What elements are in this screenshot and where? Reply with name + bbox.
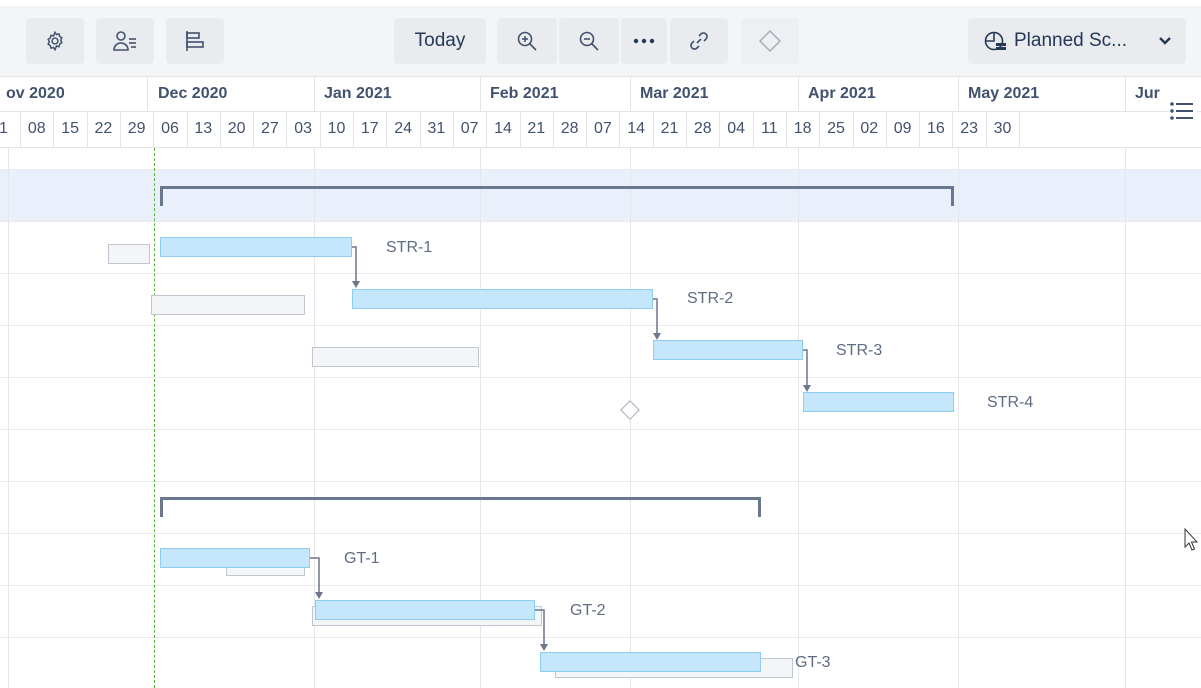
toolbar: Today Planned Sc...: [0, 0, 1201, 76]
week-label: 15: [61, 120, 79, 137]
settings-button[interactable]: [26, 18, 84, 64]
week-label: 17: [360, 120, 379, 137]
dependency-arrow: [653, 333, 661, 340]
dependency-link: [535, 609, 545, 644]
month-divider: [147, 77, 148, 111]
list-view-button[interactable]: [1169, 98, 1197, 126]
month-divider: [958, 77, 959, 111]
week-label: 25: [827, 120, 845, 137]
gear-icon: [47, 30, 63, 52]
week-label: 09: [893, 120, 912, 137]
dependency-arrow: [352, 281, 360, 288]
link-button[interactable]: [670, 18, 728, 64]
chevron-down-icon: [1159, 37, 1171, 45]
week-label: 18: [793, 120, 812, 137]
week-label: 20: [227, 120, 246, 137]
month-divider: [1125, 77, 1126, 111]
month-divider: [630, 77, 631, 111]
zoom-in-icon: [517, 31, 537, 51]
month-divider: [480, 77, 481, 111]
week-label: 30: [993, 120, 1012, 137]
week-header: 1 08 15 22 29 06 13 20 27 03 10 17 24 31 07 14 21 28 07 14 2…: [0, 112, 1201, 148]
month-label: Jan 2021: [324, 85, 392, 102]
dependency-link: [310, 557, 320, 592]
week-label: 04: [727, 120, 745, 137]
week-label: 02: [860, 120, 879, 137]
mouse-cursor-icon: [1184, 528, 1198, 551]
align-icon: [186, 31, 204, 51]
week-label: 06: [161, 120, 179, 137]
week-label: 14: [494, 120, 512, 137]
dependency-link: [352, 246, 357, 283]
list-icon: [1170, 102, 1193, 120]
month-divider: [798, 77, 799, 111]
dependency-arrow: [803, 385, 811, 392]
week-label: 08: [27, 120, 46, 137]
week-label: 16: [926, 120, 945, 137]
dependency-link: [803, 349, 808, 386]
week-label: 21: [660, 120, 679, 137]
week-label: 13: [194, 120, 213, 137]
dependency-link: [653, 298, 658, 334]
month-divider: [314, 77, 315, 111]
month-label: Jur: [1135, 85, 1160, 102]
week-label: 11: [761, 120, 778, 137]
month-label: Dec 2020: [158, 85, 228, 102]
people-filter-button[interactable]: [96, 18, 154, 64]
dependency-arrow: [540, 644, 548, 651]
week-label: 24: [394, 120, 412, 137]
month-label: May 2021: [968, 85, 1040, 102]
scenario-dropdown[interactable]: Planned Sc...: [968, 18, 1186, 64]
week-label: 21: [527, 120, 546, 137]
week-label: 28: [560, 120, 579, 137]
today-button[interactable]: Today: [394, 18, 486, 64]
week-label: 07: [593, 120, 612, 137]
month-label: Mar 2021: [640, 85, 709, 102]
week-label: 14: [627, 120, 646, 137]
week-label: 22: [94, 120, 113, 137]
month-header: ov 2020 Dec 2020 Jan 2021 Feb 2021 Mar 2…: [0, 76, 1201, 112]
align-button[interactable]: [166, 18, 224, 64]
more-icon: [633, 38, 655, 44]
week-label: 29: [127, 120, 146, 137]
month-label: Feb 2021: [490, 85, 559, 102]
add-milestone-button[interactable]: [741, 18, 799, 64]
users-filter-icon: [113, 31, 136, 51]
zoom-in-button[interactable]: [497, 18, 557, 64]
week-label: 03: [294, 120, 313, 137]
scenario-icon: [984, 31, 1006, 51]
week-label: 27: [260, 120, 279, 137]
week-label: 23: [960, 120, 979, 137]
week-label: 28: [693, 120, 712, 137]
gantt-grid: STR-1 STR-2 STR-3 STR-4 GT-1 GT-2 GT-3: [0, 148, 1201, 688]
week-divider: [1019, 112, 1020, 147]
week-label: 10: [327, 120, 346, 137]
week-label: 1: [0, 120, 20, 138]
link-icon: [690, 32, 708, 50]
month-label: Apr 2021: [808, 85, 876, 102]
week-label: 07: [460, 120, 479, 137]
dependency-arrow: [315, 592, 323, 599]
milestone-icon: [758, 29, 782, 53]
zoom-out-button[interactable]: [559, 18, 619, 64]
month-label: ov 2020: [6, 85, 65, 102]
dependency-links: [310, 246, 811, 651]
week-label: 31: [427, 120, 446, 137]
scenario-label: Planned Sc...: [1014, 30, 1128, 51]
zoom-out-icon: [579, 31, 599, 51]
more-button[interactable]: [621, 18, 667, 64]
